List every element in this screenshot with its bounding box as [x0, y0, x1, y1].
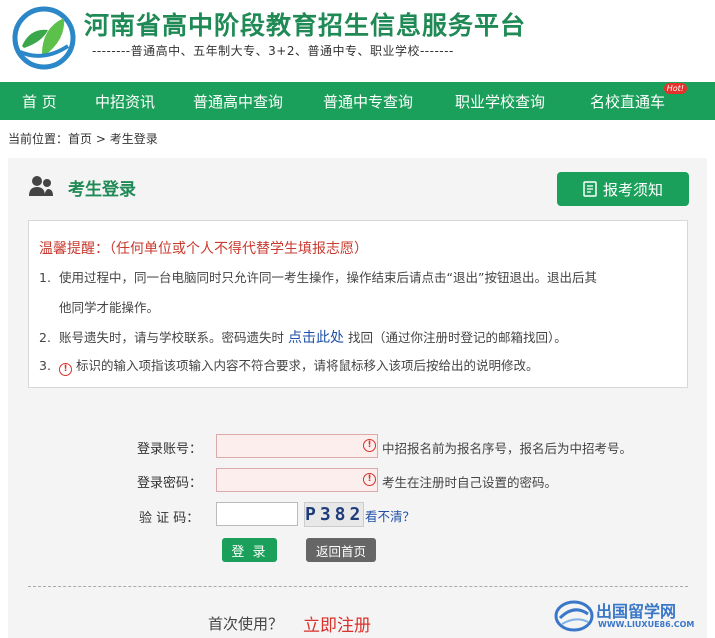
password-input[interactable]	[216, 468, 378, 492]
tip-num-2: 2.	[39, 330, 51, 345]
nav-item-express[interactable]: 名校直通车 Hot!	[590, 83, 688, 112]
account-hint: 中招报名前为报名序号，报名后为中招考号。	[382, 441, 633, 456]
site-subtitle: --------普通高中、五年制大专、3+2、普通中专、职业学校-------	[92, 44, 454, 58]
watermark: 出国留学网 WWW.LIUXUE86.COM	[552, 596, 712, 636]
captcha-label: 验 证 码：	[139, 511, 200, 526]
account-input[interactable]	[216, 434, 378, 458]
back-home-button[interactable]: 返回首页	[306, 538, 376, 562]
account-warning-icon: !	[363, 439, 376, 452]
exam-notice-button[interactable]: 报考须知	[557, 172, 689, 206]
tip-line-1b: 他同学才能操作。	[59, 300, 160, 315]
password-warning-icon: !	[363, 473, 376, 486]
first-use-text: 首次使用？	[208, 615, 284, 633]
tip-box: 温馨提醒：（任何单位或个人不得代替学生填报志愿） 1. 使用过程中，同一台电脑同时…	[28, 220, 688, 388]
site-title: 河南省高中阶段教育招生信息服务平台	[84, 11, 527, 40]
breadcrumb-separator: >	[92, 132, 110, 146]
tip-text-2a: 账号遗失时，请与学校联系。密码遗失时	[59, 330, 288, 345]
tip-line-2: 2. 账号遗失时，请与学校联系。密码遗失时 点击此处 找回（通过你注册时登记的邮箱…	[39, 327, 567, 347]
warning-icon: !	[59, 363, 72, 376]
nav-item-express-label: 名校直通车	[590, 93, 666, 111]
site-header: 河南省高中阶段教育招生信息服务平台 --------普通高中、五年制大专、3+2…	[0, 0, 715, 82]
document-icon	[583, 181, 597, 197]
captcha-refresh-link[interactable]: 看不清？	[365, 506, 415, 525]
panel-title: 考生登录	[68, 180, 136, 200]
password-hint: 考生在注册时自己设置的密码。	[382, 475, 558, 490]
tip-line-3: 3.! 标识的输入项指该项输入内容不符合要求，请将鼠标移入该项后按给出的说明修改。	[39, 355, 539, 376]
breadcrumb-home-link[interactable]: 首页	[68, 132, 92, 146]
breadcrumb: 当前位置：首页 > 考生登录	[8, 130, 158, 147]
tip-title: 温馨提醒：（任何单位或个人不得代替学生填报志愿）	[39, 241, 368, 257]
captcha-input[interactable]	[216, 502, 298, 526]
hot-badge: Hot!	[663, 83, 688, 94]
watermark-logo-icon	[554, 600, 594, 632]
recover-password-link[interactable]: 点击此处	[288, 330, 344, 346]
tip-text-3: 标识的输入项指该项输入内容不符合要求，请将鼠标移入该项后按给出的说明修改。	[76, 358, 539, 373]
tip-text-1: 使用过程中，同一台电脑同时只允许同一考生操作，操作结束后请点击“退出”按钮退出。…	[59, 270, 597, 285]
main-nav: 首 页 中招资讯 普通高中查询 普通中专查询 职业学校查询 名校直通车 Hot!	[0, 82, 715, 120]
login-button[interactable]: 登 录	[222, 538, 277, 562]
nav-item-home[interactable]: 首 页	[22, 91, 57, 112]
users-icon	[29, 176, 53, 196]
login-panel: 考生登录 报考须知 温馨提醒：（任何单位或个人不得代替学生填报志愿） 1. 使用过…	[8, 158, 707, 638]
tip-num-3: 3.	[39, 358, 51, 373]
breadcrumb-current: 考生登录	[109, 132, 158, 146]
account-label: 登录账号：	[137, 442, 203, 457]
password-label: 登录密码：	[137, 476, 203, 491]
tip-text-2b: 找回（通过你注册时登记的邮箱找回）。	[343, 330, 567, 345]
logo-icon	[12, 6, 76, 70]
nav-item-vocational-school[interactable]: 职业学校查询	[455, 91, 545, 112]
register-link[interactable]: 立即注册	[303, 611, 371, 636]
tip-num-1: 1.	[39, 270, 51, 285]
breadcrumb-prefix: 当前位置：	[8, 132, 69, 146]
watermark-text: 出国留学网	[596, 602, 677, 621]
tip-line-1: 1. 使用过程中，同一台电脑同时只允许同一考生操作，操作结束后请点击“退出”按钮退…	[39, 267, 597, 286]
divider	[28, 586, 688, 587]
captcha-image[interactable]: P382	[304, 502, 364, 527]
nav-item-high-school[interactable]: 普通高中查询	[193, 91, 283, 112]
exam-notice-label: 报考须知	[602, 180, 663, 199]
nav-item-news[interactable]: 中招资讯	[95, 91, 155, 112]
nav-item-vocational-secondary[interactable]: 普通中专查询	[323, 91, 413, 112]
watermark-url: WWW.LIUXUE86.COM	[598, 620, 695, 629]
